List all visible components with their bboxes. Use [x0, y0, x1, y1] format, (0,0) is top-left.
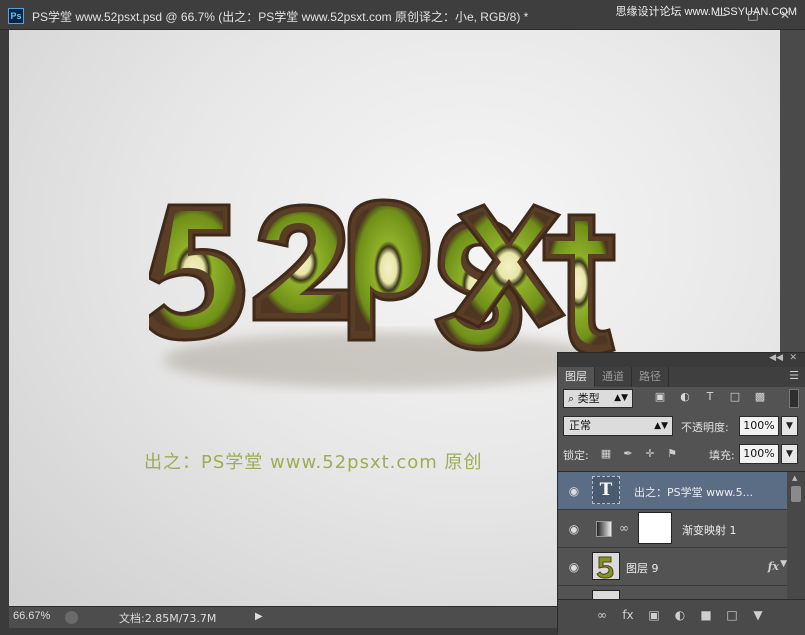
kiwi-thumbnail-icon: [596, 556, 614, 579]
fill-dropdown-icon[interactable]: ▼: [781, 444, 798, 464]
adjustment-filter-icon[interactable]: ◐: [678, 390, 692, 404]
status-menu-arrow-icon[interactable]: ▶: [255, 611, 263, 622]
panel-menu-icon[interactable]: ☰: [789, 369, 799, 382]
new-group-folder-icon[interactable]: ■: [698, 607, 714, 623]
blend-opacity-row: 正常 ▲▼ 不透明度: 100% ▼: [563, 416, 801, 438]
window-controls: — □ ✕: [703, 6, 799, 24]
layer-row-gradient-map[interactable]: ◉ ∞ 渐变映射 1: [558, 510, 787, 548]
layer-list: ◉ T 出之：PS学堂 www.5... ◉ ∞ 渐变映射 1 ◉ 图层 9 f…: [558, 471, 805, 600]
status-info-icon[interactable]: [65, 611, 78, 624]
tab-channels[interactable]: 通道: [595, 367, 632, 387]
lock-fill-row: 锁定: ▦ ✒ ✛ ⚑ 填充: 100% ▼: [563, 444, 801, 466]
minimize-icon[interactable]: —: [707, 6, 735, 24]
delete-layer-trash-icon[interactable]: ▼: [750, 607, 766, 623]
search-icon: ⌕: [568, 392, 575, 405]
layer-name: 出之：PS学堂 www.5...: [634, 486, 754, 499]
layer-row-partial[interactable]: [558, 586, 787, 600]
layer-filter-row: ⌕ 类型 ▲▼ ▣ ◐ T □ ▩: [563, 389, 801, 409]
tab-layers[interactable]: 图层: [558, 367, 595, 387]
layer-effects-fx-icon[interactable]: fx: [768, 560, 779, 573]
kiwi-text-artwork: [149, 198, 616, 388]
tab-paths[interactable]: 路径: [632, 367, 669, 387]
canvas-credit-text: 出之：PS学堂 www.52psxt.com 原创: [144, 452, 483, 473]
panel-header-strip: ◀◀ ✕: [558, 353, 805, 367]
blend-mode-label: 正常: [569, 419, 591, 432]
new-adjustment-layer-icon[interactable]: ◐: [672, 607, 688, 623]
opacity-label: 不透明度:: [681, 421, 729, 434]
status-bar: 66.67% 文档:2.85M/73.7M ▶: [9, 606, 559, 628]
visibility-eye-icon[interactable]: ◉: [567, 484, 581, 498]
link-chain-icon[interactable]: ∞: [619, 521, 629, 535]
add-layer-style-fx-icon[interactable]: fx: [620, 607, 636, 623]
zoom-level[interactable]: 66.67%: [13, 610, 50, 622]
layer-name: 图层 9: [626, 562, 659, 575]
layers-panel: ◀◀ ✕ 图层 通道 路径 ☰ ⌕ 类型 ▲▼ ▣ ◐ T □ ▩ 正常 ▲▼ …: [557, 352, 805, 635]
layers-panel-footer: ∞ fx ▣ ◐ ■ □ ▼: [558, 599, 805, 635]
fill-label: 填充:: [709, 449, 735, 462]
lock-label: 锁定:: [563, 449, 589, 462]
maximize-icon[interactable]: □: [739, 6, 767, 24]
type-filter-icon[interactable]: T: [703, 390, 717, 404]
panel-tabs: 图层 通道 路径: [558, 367, 805, 387]
scrollbar-thumb[interactable]: [791, 486, 801, 502]
smart-object-filter-icon[interactable]: ▩: [753, 390, 767, 404]
close-panel-icon[interactable]: ✕: [789, 353, 797, 363]
close-icon[interactable]: ✕: [771, 6, 799, 24]
layer-mask-thumbnail: [638, 512, 672, 544]
layer-row-image[interactable]: ◉ 图层 9 fx ▼: [558, 548, 787, 586]
pixel-layer-thumbnail: [592, 552, 620, 580]
scroll-up-icon[interactable]: ▲: [792, 474, 797, 482]
filter-toggle-switch[interactable]: [789, 389, 799, 408]
fill-input[interactable]: 100%: [739, 444, 779, 464]
photoshop-logo-icon: Ps: [8, 8, 24, 24]
visibility-eye-icon[interactable]: ◉: [567, 522, 581, 536]
pixel-filter-icon[interactable]: ▣: [653, 390, 667, 404]
shape-filter-icon[interactable]: □: [728, 390, 742, 404]
layer-list-scrollbar[interactable]: ▲: [787, 472, 805, 600]
document-size-info: 文档:2.85M/73.7M: [119, 612, 217, 625]
visibility-eye-icon[interactable]: ◉: [567, 560, 581, 574]
gradient-map-adjustment-icon: [596, 521, 612, 537]
blend-mode-select[interactable]: 正常 ▲▼: [563, 416, 673, 436]
title-bar: Ps PS学堂 www.52psxt.psd @ 66.7% (出之：PS学堂 …: [0, 0, 805, 30]
lock-all-icon[interactable]: ⚑: [665, 447, 679, 461]
lock-position-move-icon[interactable]: ✛: [643, 447, 657, 461]
layer-row-text[interactable]: ◉ T 出之：PS学堂 www.5...: [558, 472, 787, 510]
layer-name: 渐变映射 1: [682, 524, 737, 537]
chevron-down-icon: ▲▼: [654, 421, 668, 431]
lock-transparent-icon[interactable]: ▦: [599, 447, 613, 461]
collapse-panel-icon[interactable]: ◀◀: [769, 353, 783, 363]
document-title: PS学堂 www.52psxt.psd @ 66.7% (出之：PS学堂 www…: [32, 10, 529, 24]
text-layer-thumbnail-icon: T: [592, 476, 620, 504]
lock-pixels-brush-icon[interactable]: ✒: [621, 447, 635, 461]
opacity-dropdown-icon[interactable]: ▼: [781, 416, 798, 436]
filter-kind-select[interactable]: ⌕ 类型 ▲▼: [563, 389, 633, 408]
new-layer-icon[interactable]: □: [724, 607, 740, 623]
link-layers-icon[interactable]: ∞: [594, 607, 610, 623]
add-mask-icon[interactable]: ▣: [646, 607, 662, 623]
filter-kind-label: 类型: [577, 392, 600, 405]
opacity-input[interactable]: 100%: [739, 416, 779, 436]
chevron-down-icon: ▲▼: [614, 393, 628, 403]
expand-effects-arrow-icon[interactable]: ▼: [780, 559, 787, 569]
